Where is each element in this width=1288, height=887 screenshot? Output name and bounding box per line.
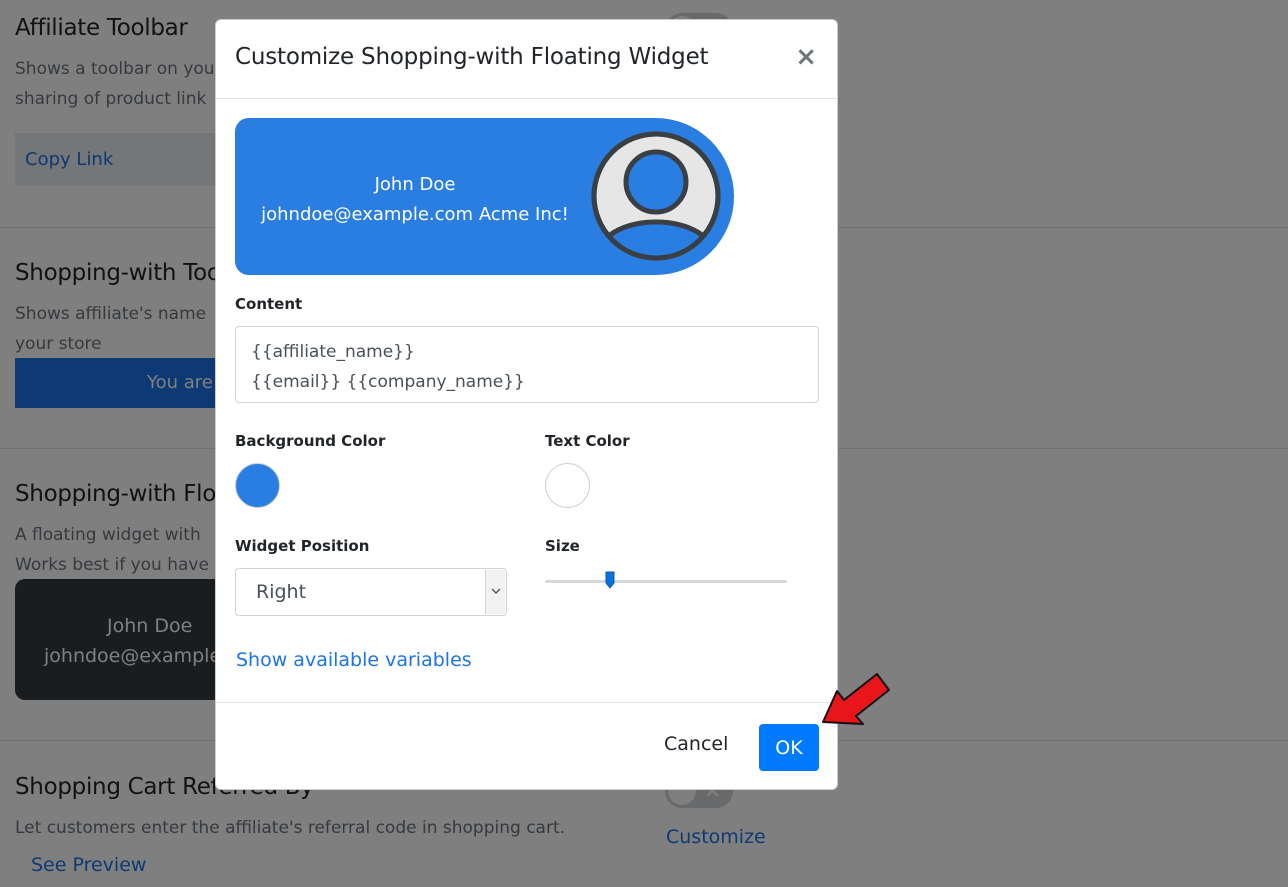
chevron-down-icon [491, 588, 501, 594]
close-button[interactable]: × [795, 42, 817, 72]
content-label: Content [235, 295, 303, 313]
widget-position-label: Widget Position [235, 537, 370, 555]
widget-preview: John Doe johndoe@example.com Acme Inc! [235, 118, 734, 275]
slider-track [545, 580, 787, 583]
text-color-picker[interactable] [545, 463, 590, 508]
text-color-label: Text Color [545, 432, 630, 450]
preview-name: John Doe [374, 174, 456, 195]
content-textarea[interactable]: {{affiliate_name}} {{email}} {{company_n… [235, 326, 819, 403]
background-color-picker[interactable] [235, 463, 280, 508]
annotation-arrow-icon [822, 673, 890, 725]
size-slider[interactable] [545, 571, 787, 591]
modal-header: Customize Shopping-with Floating Widget … [216, 20, 837, 99]
select-arrow [485, 570, 505, 614]
size-label: Size [545, 537, 580, 555]
show-variables-link[interactable]: Show available variables [236, 649, 472, 671]
widget-position-select[interactable]: Right [235, 568, 507, 616]
cancel-button[interactable]: Cancel [664, 733, 728, 755]
widget-position-value: Right [256, 581, 307, 603]
modal-title: Customize Shopping-with Floating Widget [235, 44, 709, 70]
slider-thumb[interactable] [605, 571, 615, 589]
user-avatar-icon [590, 130, 722, 262]
content-line: {{affiliate_name}} [251, 342, 415, 362]
background-color-label: Background Color [235, 432, 386, 450]
widget-preview-text: John Doe johndoe@example.com Acme Inc! [235, 170, 595, 230]
preview-email-company: johndoe@example.com Acme Inc! [261, 204, 569, 225]
ok-button[interactable]: OK [759, 724, 819, 771]
customize-widget-modal: Customize Shopping-with Floating Widget … [215, 19, 838, 790]
modal-footer: Cancel OK [216, 702, 837, 789]
content-line: {{email}} {{company_name}} [251, 372, 525, 392]
